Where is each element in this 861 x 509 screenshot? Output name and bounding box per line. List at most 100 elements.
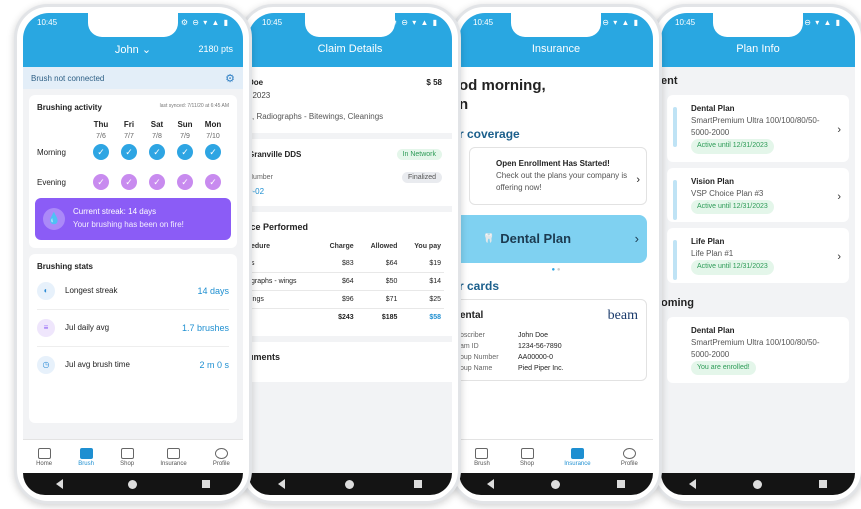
tab-profile[interactable]: Profile <box>621 448 638 467</box>
insurance-screen: 10:45 ⚙ ⊖ ▾ ▲ ▮ Insurance od morning, n r … <box>459 13 653 475</box>
greeting: od morning, n <box>459 77 546 113</box>
tab-profile[interactable]: Profile <box>213 448 230 467</box>
toothbrush-icon <box>79 448 93 459</box>
page-title: Plan Info <box>736 43 780 55</box>
phone-claim-details: 10:45 ⚙ ⊖ ▾ ▲ ▮ Claim Details Doe $ 58 , 2… <box>239 4 461 504</box>
brush-header: 10:45 ⚙ ⊖ ▾ ▲ ▮ John ⌄ 2180 pts <box>23 13 243 67</box>
plan-info-screen: 10:45 ⚙ ⊖ ▾ ▲ ▮ Plan Info ent Dental Plan… <box>661 13 855 475</box>
plan-name: Dental Plan <box>691 325 735 335</box>
system-nav-bar <box>248 473 452 495</box>
recents-icon[interactable] <box>616 480 625 488</box>
tab-home[interactable]: Home <box>36 448 52 467</box>
last-synced: last synced: 7/11/20 at 6:45 AM <box>159 103 229 109</box>
card-details: bscriber John Doe am ID 1234-56-7890 oup N… <box>460 331 564 372</box>
claim-services: s, Radiographs - Bitewings, Cleanings <box>248 111 384 121</box>
check-icon: ✓ <box>149 174 165 190</box>
gear-icon[interactable]: ⚙ <box>225 72 235 85</box>
check-icon: ✓ <box>177 174 193 190</box>
chevron-right-icon: › <box>636 173 640 186</box>
timer-icon: ◷ <box>37 355 55 374</box>
plan-desc: VSP Choice Plan #3 <box>691 188 764 198</box>
cards-heading: r cards <box>459 278 500 293</box>
flame-icon: 💧 <box>43 207 65 230</box>
home-circle-icon[interactable] <box>752 479 762 489</box>
home-circle-icon[interactable] <box>550 479 560 489</box>
brushing-activity-card: Brushing activity last synced: 7/11/20 a… <box>29 95 237 248</box>
table-row: ings $96 $71 $25 <box>248 290 444 310</box>
activity-title: Brushing activity <box>37 103 102 112</box>
status-badge: Active until 12/31/2023 <box>691 260 774 275</box>
claim-date: , 2023 <box>248 90 271 100</box>
back-icon[interactable] <box>278 479 285 489</box>
back-icon[interactable] <box>689 479 697 489</box>
status-time: 10:45 <box>37 18 58 27</box>
recents-icon[interactable] <box>202 480 211 488</box>
status-badge: You are enrolled! <box>691 360 756 375</box>
recents-icon[interactable] <box>414 480 422 488</box>
plan-item-vision[interactable]: Vision Plan VSP Choice Plan #3 Active un… <box>667 167 849 222</box>
tab-insurance[interactable]: Insurance <box>160 448 187 467</box>
recents-icon[interactable] <box>818 480 827 488</box>
system-nav-bar <box>661 473 855 495</box>
table-header: edure Charge Allowed You pay <box>251 243 441 251</box>
insurance-card[interactable]: ental beam bscriber John Doe am ID 1234-56… <box>459 298 647 381</box>
status-icons: ⚙ ⊖ ▾ ▲ ▮ <box>389 18 438 27</box>
stat-row-daily-avg: ≡ Jul daily avg 1.7 brushes <box>37 310 229 347</box>
tab-shop[interactable]: Shop <box>520 448 534 467</box>
check-icon: ✓ <box>93 174 109 190</box>
carousel-dots[interactable]: ● ● <box>459 263 653 273</box>
document-icon <box>570 448 584 459</box>
dental-plan-card[interactable]: 🦷 Dental Plan › <box>459 214 647 263</box>
network-badge: In Network <box>396 149 442 161</box>
points-label: 2180 pts <box>198 44 233 54</box>
chevron-right-icon: › <box>837 190 841 203</box>
tab-brush[interactable]: Brush <box>474 448 490 467</box>
plan-desc: SmartPremium Ultra 100/100/80/50-5000-20… <box>691 116 820 137</box>
check-icon: ✓ <box>205 174 221 190</box>
status-time: 10:45 <box>675 18 696 27</box>
home-circle-icon[interactable] <box>127 479 137 489</box>
claim-summary: Doe $ 58 , 2023 s, Radiographs - Bitewing… <box>248 67 452 134</box>
streak-icon: ◐ <box>37 281 55 300</box>
plan-item-upcoming-dental[interactable]: Dental Plan SmartPremium Ultra 100/100/8… <box>667 316 849 383</box>
person-icon <box>214 448 228 459</box>
table-row: s $83 $64 $19 <box>248 255 444 274</box>
tab-shop[interactable]: Shop <box>120 448 134 467</box>
stat-row-longest-streak: ◐ Longest streak 14 days <box>37 273 229 310</box>
check-icon: ✓ <box>149 144 165 160</box>
tab-insurance[interactable]: Insurance <box>564 448 591 467</box>
services-heading: ice Performed <box>248 222 309 233</box>
home-circle-icon[interactable] <box>345 479 354 489</box>
bottom-tab-bar: Home Brush Shop Insurance Profile <box>23 439 243 475</box>
activity-grid: Thu Fri Sat Sun Mon 7/6 7/7 7/8 7/9 7/10… <box>37 120 229 190</box>
document-icon <box>166 448 180 459</box>
bottom-tab-bar: Brush Shop Insurance Profile <box>459 439 653 475</box>
table-totals: $243 $185 $58 <box>338 314 441 322</box>
tooth-icon: 🦷 <box>483 233 495 243</box>
status-time: 10:45 <box>473 18 494 27</box>
brushing-stats-card: Brushing stats ◐ Longest streak 14 days ≡ J… <box>29 253 237 423</box>
documents-section[interactable]: uments <box>248 342 452 383</box>
plan-name: Dental Plan <box>691 104 735 113</box>
plan-item-life[interactable]: Life Plan Life Plan #1 Active until 12/3… <box>667 228 849 283</box>
check-icon: ✓ <box>177 144 193 160</box>
back-icon[interactable] <box>487 479 495 489</box>
claim-screen: 10:45 ⚙ ⊖ ▾ ▲ ▮ Claim Details Doe $ 58 , 2… <box>248 13 452 475</box>
plan-name: Life Plan <box>691 237 725 246</box>
plan-info-header: 10:45 ⚙ ⊖ ▾ ▲ ▮ Plan Info <box>661 13 855 67</box>
services-table: edure Charge Allowed You pay s $83 $64 $19 gra… <box>248 238 444 326</box>
page-title: Insurance <box>531 43 581 55</box>
status-icons: ⚙ ⊖ ▾ ▲ ▮ <box>180 18 229 27</box>
streak-banner: 💧 Current streak: 14 days Your brushing … <box>35 198 231 240</box>
enrollment-banner[interactable]: Open Enrollment Has Started! Check out t… <box>469 146 647 205</box>
tab-brush[interactable]: Brush <box>78 448 94 467</box>
stat-row-brush-time: ◷ Jul avg brush time 2 m 0 s <box>37 347 229 383</box>
plan-item-dental[interactable]: Dental Plan SmartPremium Ultra 100/100/8… <box>667 95 849 162</box>
back-icon[interactable] <box>55 479 63 489</box>
beam-logo: beam <box>607 307 638 323</box>
camera-notch <box>88 13 178 37</box>
services-section: ice Performed edure Charge Allowed You pay … <box>248 212 452 337</box>
claim-header: 10:45 ⚙ ⊖ ▾ ▲ ▮ Claim Details <box>248 13 452 67</box>
plan-icon <box>673 179 677 220</box>
section-upcoming: oming <box>661 296 694 309</box>
